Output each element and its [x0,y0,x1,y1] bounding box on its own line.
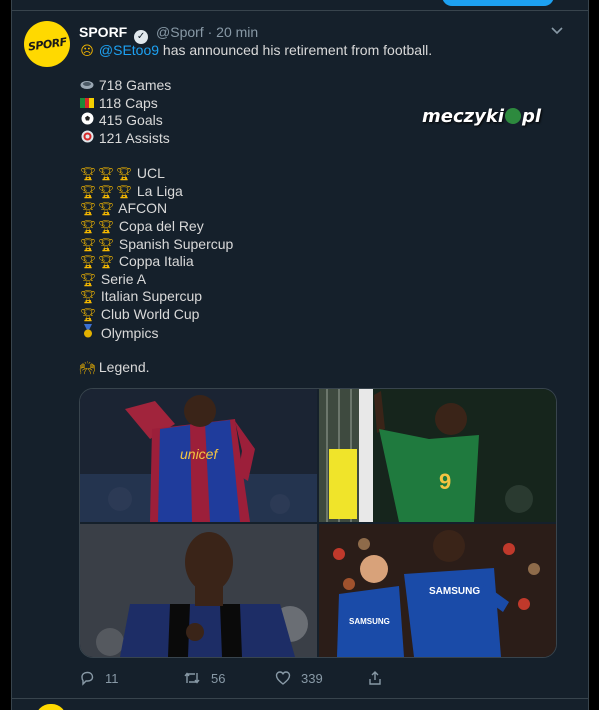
soccer-ball-icon [504,108,521,124]
trophy-spanish-supercup: Spanish Supercup [118,235,234,252]
shirt-sponsor-text: SAMSUNG [349,617,390,626]
trophy-serie-a: Serie A [100,270,147,287]
shirt-sponsor-text: SAMSUNG [429,586,480,597]
closing-text: Legend. [98,358,150,375]
trophy-icon: 🏆︎ [115,183,133,199]
cameroon-flag-icon [79,95,95,113]
trophy-line: 🏆︎🏆︎ Coppa Italia [79,253,559,271]
like-count: 339 [301,670,323,686]
watermark-left-text: meczyki [422,106,504,127]
intro-text: has announced his retirement from footba… [159,42,433,58]
tweet-header: SPORF ✓ @Sporf · 20 min [79,24,258,44]
trophy-icon: 🏆︎ [97,236,115,252]
trophy-line: 🏆︎ Italian Supercup [79,288,559,306]
trophy-club-world-cup: Club World Cup [100,305,200,322]
barcelona-player-photo[interactable]: unicef [80,389,317,522]
next-tweet-avatar[interactable] [36,704,66,710]
heart-icon [275,671,291,685]
trophy-line: 🏆︎🏆︎ Spanish Supercup [79,236,559,254]
trophy-olympics: Olympics [100,324,159,341]
trophy-icon: 🏆︎ [79,201,97,217]
target-icon [79,130,95,148]
gold-medal-icon [79,323,97,343]
share-button[interactable] [367,670,393,686]
trophy-line: 🏆︎🏆︎ Copa del Rey [79,218,559,236]
trophy-ucl: UCL [136,165,165,182]
avatar[interactable]: SPORF [24,21,70,67]
stat-goals: 415 Goals [98,112,163,129]
raised-hands-icon: 🙌︎ [79,359,96,375]
trophy-line: 🏆︎🏆︎🏆︎ La Liga [79,183,559,201]
stat-line: 718 Games [79,77,559,95]
meczyki-watermark-logo: meczyki pl [422,106,541,127]
trophy-line: 🏆︎ Club World Cup [79,306,559,324]
trophy-icon: 🏆︎ [79,306,97,322]
retweet-count: 56 [211,670,226,686]
trophy-icon: 🏆︎ [79,166,97,182]
watermark-right-text: pl [521,106,542,127]
trophy-line: 🏆︎ Serie A [79,271,559,289]
tweet-body: ☹ @SEtoo9 has announced his retirement f… [79,42,559,376]
trophy-icon: 🏆︎ [79,218,97,234]
trophy-icon: 🏆︎ [97,183,115,199]
timeline-feed: SPORF SPORF ✓ @Sporf · 20 min ☹ @SEtoo9 … [11,0,589,710]
trophy-icon: 🏆︎ [79,183,97,199]
stat-games: 718 Games [98,77,172,94]
chelsea-player-photo[interactable]: SAMSUNG SAMSUNG [319,524,556,657]
previous-tweet-button[interactable] [442,0,554,6]
shirt-number-text: 9 [439,469,451,494]
trophy-coppa-italia: Coppa Italia [118,253,194,270]
trophy-icon: 🏆︎ [115,166,133,182]
like-button[interactable]: 339 [275,670,323,686]
chevron-down-icon[interactable] [550,24,564,38]
closing-line: 🙌︎ Legend. [79,359,559,377]
reply-button[interactable]: 11 [79,670,119,686]
intro-line: ☹ @SEtoo9 has announced his retirement f… [79,42,559,60]
tweet-actions: 11 56 339 [79,670,559,690]
soccer-ball-icon [79,112,95,130]
stat-caps: 118 Caps [98,94,158,111]
stat-assists: 121 Assists [98,129,170,146]
trophy-icon: 🏆︎ [79,254,97,270]
trophy-icon: 🏆︎ [97,166,115,182]
trophy-icon: 🏆︎ [79,271,97,287]
trophy-icon: 🏆︎ [97,218,115,234]
reply-icon [81,671,94,686]
mention-link[interactable]: @SEtoo9 [99,42,159,58]
trophy-icon: 🏆︎ [79,289,97,305]
cameroon-player-photo[interactable]: 9 [319,389,556,522]
separator-dot: · [207,24,213,40]
retweet-icon [184,672,200,684]
trophy-italian-supercup: Italian Supercup [100,288,203,305]
media-grid[interactable]: unicef 9 SAMSUNG SAMSUNG [79,388,557,658]
tweet-timestamp[interactable]: 20 min [216,24,258,40]
retweet-button[interactable]: 56 [183,670,225,686]
previous-tweet-strip [12,0,588,11]
trophy-line: 🏆︎🏆︎ AFCON [79,200,559,218]
trophy-la-liga: La Liga [136,182,183,199]
trophy-icon: 🏆︎ [97,254,115,270]
author-handle[interactable]: @Sporf [156,24,204,40]
stadium-icon [79,77,95,95]
sad-face-icon: ☹ [80,43,94,58]
trophy-copa-del-rey: Copa del Rey [118,217,204,234]
trophy-icon: 🏆︎ [97,201,115,217]
trophy-line: Olympics [79,323,559,343]
trophy-afcon: AFCON [118,200,168,217]
share-icon [369,671,381,685]
shirt-sponsor-text: unicef [180,446,219,462]
inter-player-photo[interactable] [80,524,317,657]
avatar-logo-text: SPORF [26,34,68,54]
stat-line: 121 Assists [79,130,559,148]
reply-count: 11 [105,670,119,686]
trophy-icon: 🏆︎ [79,236,97,252]
tweet-divider [12,698,588,699]
author-name[interactable]: SPORF [79,24,127,40]
trophy-line: 🏆︎🏆︎🏆︎ UCL [79,165,559,183]
